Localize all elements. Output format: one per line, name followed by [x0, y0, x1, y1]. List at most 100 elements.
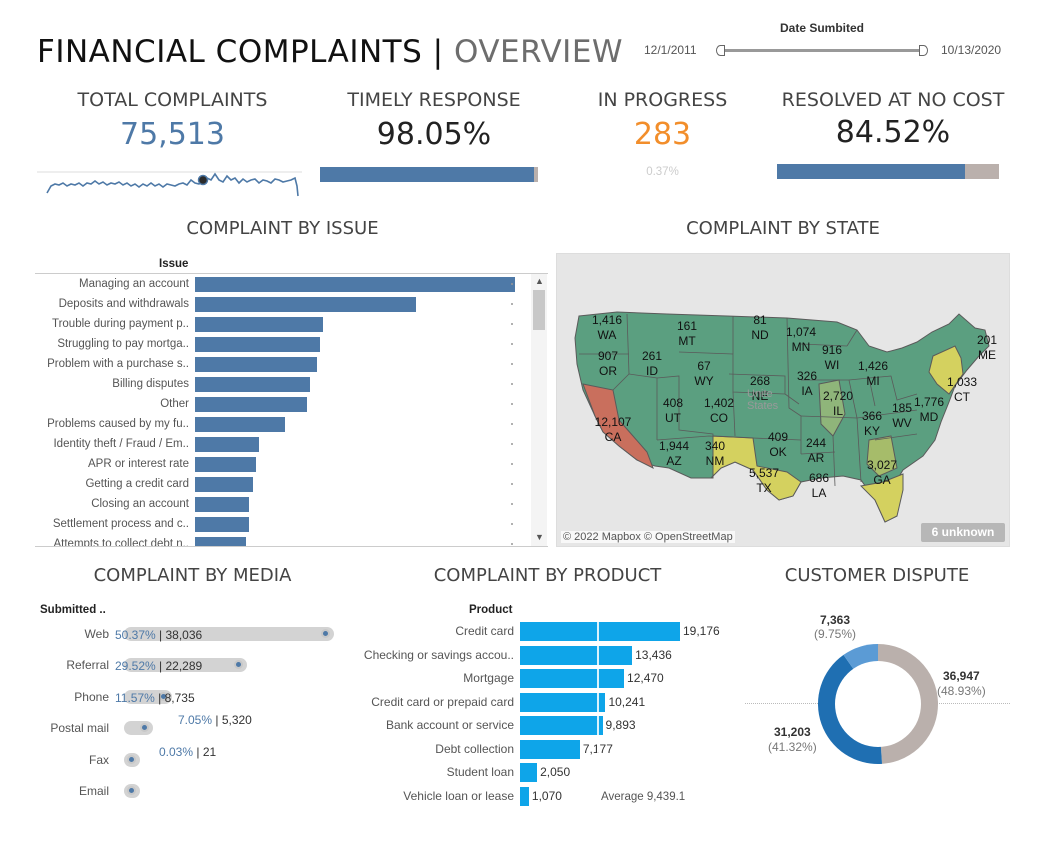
issue-row-label[interactable]: APR or interest rate: [35, 456, 189, 472]
issue-row-marker: [511, 543, 513, 545]
issue-bar[interactable]: [195, 357, 317, 372]
state-label-co[interactable]: 1,402 CO: [697, 396, 741, 426]
dispute-donut[interactable]: [817, 643, 939, 765]
date-slider-start-handle[interactable]: [716, 45, 725, 56]
issue-row-label[interactable]: Problem with a purchase s..: [35, 356, 189, 372]
product-bar[interactable]: [520, 645, 633, 665]
product-row-label[interactable]: Checking or savings accou..: [355, 648, 514, 662]
state-map[interactable]: 1,416 WA 907 OR 261 ID 161 MT 67 WY 81 ND 1,074 MN 916…: [556, 253, 1010, 547]
state-value: 12,107: [594, 415, 632, 429]
issue-row-label[interactable]: Other: [35, 396, 189, 412]
media-row-label[interactable]: Email: [40, 784, 109, 798]
issue-bar[interactable]: [195, 437, 259, 452]
product-bar[interactable]: [520, 669, 625, 688]
state-label-nd[interactable]: 81 ND: [738, 313, 782, 343]
state-value: 1,033: [946, 375, 978, 389]
state-label-id[interactable]: 261 ID: [630, 349, 674, 379]
issue-bar[interactable]: [195, 477, 253, 492]
media-row-label[interactable]: Web: [40, 627, 109, 641]
issue-bar[interactable]: [195, 317, 323, 332]
product-bar[interactable]: [520, 716, 603, 735]
media-row-label[interactable]: Referral: [40, 658, 109, 672]
media-row-label[interactable]: Postal mail: [40, 721, 109, 735]
product-row-label[interactable]: Vehicle loan or lease: [355, 789, 514, 803]
state-label-wv[interactable]: 185 WV: [880, 401, 924, 431]
issue-bar[interactable]: [195, 337, 320, 352]
sparkline-highlight-point[interactable]: [197, 174, 209, 186]
date-slider-track[interactable]: [720, 49, 926, 52]
map-credit[interactable]: © 2022 Mapbox © OpenStreetMap: [561, 531, 735, 543]
scroll-up-icon[interactable]: ▲: [535, 276, 544, 286]
issue-bar[interactable]: [195, 417, 285, 432]
state-label-ut[interactable]: 408 UT: [651, 396, 695, 426]
product-bar[interactable]: [520, 739, 580, 759]
scroll-down-icon[interactable]: ▼: [535, 532, 544, 542]
media-row-label[interactable]: Phone: [40, 690, 109, 704]
product-row-label[interactable]: Credit card: [355, 624, 514, 638]
issue-bar[interactable]: [195, 537, 247, 546]
issue-row-label[interactable]: Managing an account: [35, 276, 189, 292]
state-code: TX: [756, 481, 772, 495]
product-bar[interactable]: [520, 622, 680, 641]
issue-scrollbar[interactable]: ▲ ▼: [531, 274, 547, 546]
state-label-ca[interactable]: 12,107 CA: [591, 415, 635, 445]
product-value-label: 19,176: [683, 624, 720, 638]
issue-bar[interactable]: [195, 277, 515, 292]
media-pill-dot: [127, 755, 136, 764]
product-row-label[interactable]: Student loan: [355, 765, 514, 779]
state-label-la[interactable]: 686 LA: [797, 471, 841, 501]
issue-bar[interactable]: [195, 397, 307, 412]
product-value-label: 13,436: [635, 647, 672, 662]
scrollbar-thumb[interactable]: [533, 290, 545, 330]
issue-row-label[interactable]: Problems caused by my fu..: [35, 416, 189, 432]
media-row-label[interactable]: Fax: [40, 753, 109, 767]
state-code: MT: [678, 334, 696, 348]
state-value: 326: [796, 369, 818, 383]
unknown-locations-badge[interactable]: 6 unknown: [921, 523, 1005, 542]
issue-bar[interactable]: [195, 297, 416, 312]
issue-row-label[interactable]: Closing an account: [35, 496, 189, 512]
issue-row-label[interactable]: Identity theft / Fraud / Em..: [35, 436, 189, 452]
state-label-mi[interactable]: 1,426 MI: [851, 359, 895, 389]
state-label-or[interactable]: 907 OR: [586, 349, 630, 379]
state-label-ga[interactable]: 3,027 GA: [860, 458, 904, 488]
date-end: 10/13/2020: [941, 43, 1002, 57]
state-code: OR: [599, 364, 617, 378]
media-count: 8,735: [164, 691, 195, 705]
product-bar[interactable]: [520, 692, 606, 712]
state-label-wy[interactable]: 67 WY: [682, 359, 726, 389]
state-label-mt[interactable]: 161 MT: [665, 319, 709, 349]
state-label-nm[interactable]: 340 NM: [693, 439, 737, 469]
issue-bar[interactable]: [195, 457, 256, 472]
state-label-ar[interactable]: 244 AR: [794, 436, 838, 466]
issue-bar[interactable]: [195, 517, 250, 532]
state-label-az[interactable]: 1,944 AZ: [652, 439, 696, 469]
state-code: ND: [751, 328, 769, 342]
issue-list[interactable]: Managing an account Deposits and withdraw…: [35, 274, 531, 546]
state-code: CO: [710, 411, 728, 425]
issue-bottom-divider: [35, 546, 548, 547]
issue-row-label[interactable]: Attempts to collect debt n..: [35, 536, 189, 546]
product-row-label[interactable]: Bank account or service: [355, 718, 514, 732]
issue-bar[interactable]: [195, 377, 311, 392]
product-row-label[interactable]: Credit card or prepaid card: [355, 695, 514, 709]
issue-row-label[interactable]: Struggling to pay mortga..: [35, 336, 189, 352]
dispute-slice1-value: 36,947: [943, 669, 980, 683]
issue-row-label[interactable]: Trouble during payment p..: [35, 316, 189, 332]
issue-row-label[interactable]: Settlement process and c..: [35, 516, 189, 532]
issue-row-label[interactable]: Getting a credit card: [35, 476, 189, 492]
issue-bar[interactable]: [195, 497, 250, 512]
media-count: 38,036: [165, 628, 203, 642]
product-bar[interactable]: [520, 763, 538, 782]
product-bar[interactable]: [520, 786, 529, 806]
product-row-label[interactable]: Mortgage: [355, 671, 514, 685]
kpi-resolved-title: RESOLVED AT NO COST: [781, 89, 1005, 111]
product-row-label[interactable]: Debt collection: [355, 742, 514, 756]
state-label-tx[interactable]: 5,537 TX: [742, 466, 786, 496]
date-slider-end-handle[interactable]: [919, 45, 928, 56]
issue-row-label[interactable]: Deposits and withdrawals: [35, 296, 189, 312]
state-label-me[interactable]: 201 ME: [965, 333, 1009, 363]
product-value-label: 10,241: [608, 694, 646, 709]
state-label-wa[interactable]: 1,416 WA: [585, 313, 629, 343]
issue-row-label[interactable]: Billing disputes: [35, 376, 189, 392]
